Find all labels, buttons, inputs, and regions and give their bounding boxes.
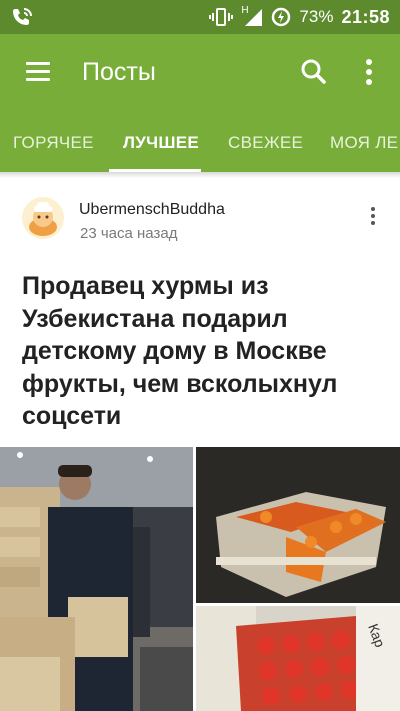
clock: 21:58 [341, 6, 390, 27]
tab-hot[interactable]: ГОРЯЧЕЕ [13, 114, 94, 172]
tab-my-feed[interactable]: МОЯ ЛЕ [330, 114, 398, 172]
post-timestamp: 23 часа назад [80, 225, 178, 242]
post-photo-persimmon-crate[interactable]: Кар [196, 606, 400, 711]
post-more-icon[interactable] [370, 206, 376, 226]
data-saver-icon [272, 7, 291, 27]
post-photo-seller[interactable] [0, 447, 193, 711]
vibrate-icon [209, 8, 234, 26]
hamburger-menu-icon[interactable] [26, 62, 50, 82]
battery-percent: 73% [299, 7, 334, 26]
tab-fresh[interactable]: СВЕЖЕЕ [228, 114, 303, 172]
tab-bar-shadow [0, 172, 400, 178]
avatar[interactable] [22, 197, 64, 239]
tab-best[interactable]: ЛУЧШЕЕ [123, 114, 199, 172]
app-bar: Посты [0, 34, 400, 114]
tab-bar: ГОРЯЧЕЕ ЛУЧШЕЕ СВЕЖЕЕ МОЯ ЛЕ [0, 114, 400, 172]
status-bar: H 73% 21:58 [0, 0, 400, 34]
page-title: Посты [82, 58, 156, 86]
post-author[interactable]: UbermenschBuddha [79, 201, 225, 219]
more-vert-icon[interactable] [364, 58, 374, 88]
search-icon[interactable] [300, 58, 328, 86]
phone-call-icon [13, 8, 32, 25]
signal-icon: H [241, 5, 263, 27]
post-photo-persimmon-boxes[interactable] [196, 447, 400, 603]
post-title[interactable]: Продавец хурмы из Узбекистана подарил де… [22, 270, 382, 433]
